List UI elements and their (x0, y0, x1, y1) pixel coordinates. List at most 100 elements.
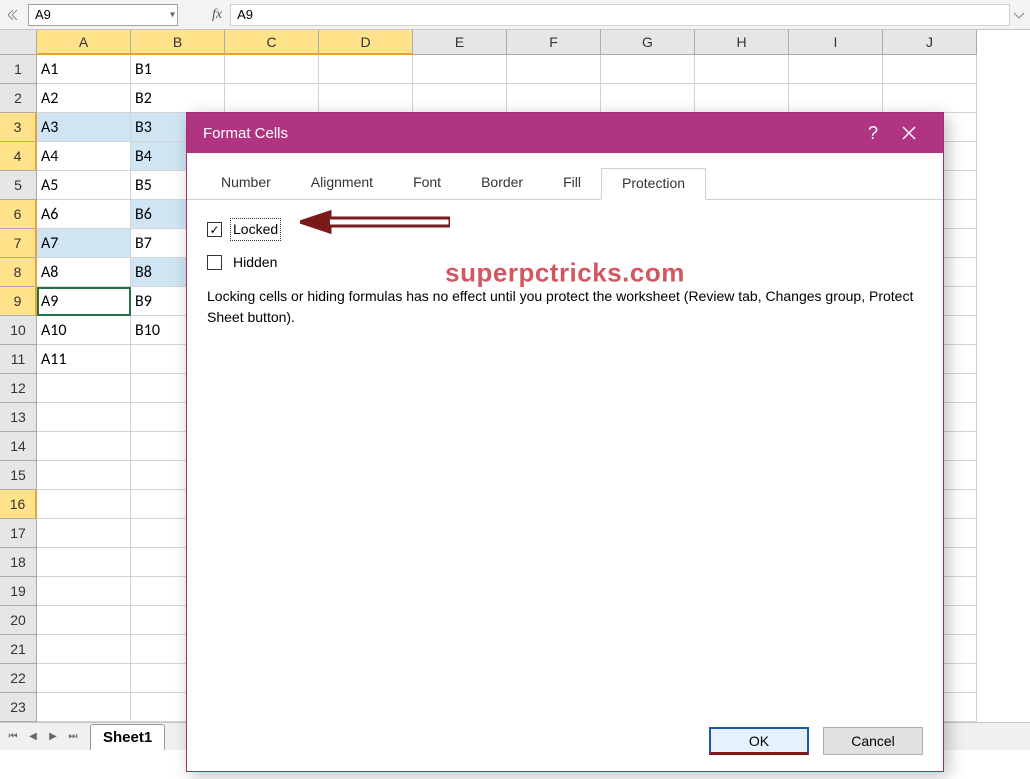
cell-I2[interactable] (789, 84, 883, 113)
select-all-corner[interactable] (0, 30, 37, 55)
cell-E1[interactable] (413, 55, 507, 84)
cell-J2[interactable] (883, 84, 977, 113)
hidden-label[interactable]: Hidden (230, 251, 280, 274)
cell-A17[interactable] (37, 519, 131, 548)
column-header-E[interactable]: E (413, 30, 507, 55)
row-header-22[interactable]: 22 (0, 664, 37, 693)
formula-bar-prev-icon[interactable] (3, 4, 23, 26)
cell-A5[interactable]: A5 (37, 171, 131, 200)
row-header-16[interactable]: 16 (0, 490, 37, 519)
cell-A16[interactable] (37, 490, 131, 519)
row-header-12[interactable]: 12 (0, 374, 37, 403)
sheet-nav-next-icon[interactable]: ▶ (44, 728, 62, 746)
row-header-7[interactable]: 7 (0, 229, 37, 258)
row-header-17[interactable]: 17 (0, 519, 37, 548)
cell-A22[interactable] (37, 664, 131, 693)
tab-border[interactable]: Border (461, 168, 543, 200)
row-header-23[interactable]: 23 (0, 693, 37, 722)
cell-E2[interactable] (413, 84, 507, 113)
tab-number[interactable]: Number (201, 168, 291, 200)
row-header-1[interactable]: 1 (0, 55, 37, 84)
cell-A12[interactable] (37, 374, 131, 403)
column-header-B[interactable]: B (131, 30, 225, 55)
tab-alignment[interactable]: Alignment (291, 168, 393, 200)
tab-font[interactable]: Font (393, 168, 461, 200)
cell-A7[interactable]: A7 (37, 229, 131, 258)
cell-A8[interactable]: A8 (37, 258, 131, 287)
cell-A14[interactable] (37, 432, 131, 461)
cell-G1[interactable] (601, 55, 695, 84)
row-header-11[interactable]: 11 (0, 345, 37, 374)
cell-A20[interactable] (37, 606, 131, 635)
dialog-help-button[interactable]: ? (855, 123, 891, 144)
tab-fill[interactable]: Fill (543, 168, 601, 200)
cell-A1[interactable]: A1 (37, 55, 131, 84)
row-header-19[interactable]: 19 (0, 577, 37, 606)
column-header-G[interactable]: G (601, 30, 695, 55)
cell-H2[interactable] (695, 84, 789, 113)
row-header-20[interactable]: 20 (0, 606, 37, 635)
sheet-nav-last-icon[interactable]: ⏭ (64, 728, 82, 746)
cell-A11[interactable]: A11 (37, 345, 131, 374)
column-header-J[interactable]: J (883, 30, 977, 55)
sheet-nav-prev-icon[interactable]: ◀ (24, 728, 42, 746)
row-header-21[interactable]: 21 (0, 635, 37, 664)
ok-button[interactable]: OK (709, 727, 809, 755)
cell-I1[interactable] (789, 55, 883, 84)
column-header-C[interactable]: C (225, 30, 319, 55)
formula-bar-expand-icon[interactable] (1010, 4, 1028, 26)
name-box[interactable]: A9 ▾ (28, 4, 178, 26)
column-header-D[interactable]: D (319, 30, 413, 55)
cell-D2[interactable] (319, 84, 413, 113)
hidden-checkbox[interactable] (207, 255, 222, 270)
column-header-A[interactable]: A (37, 30, 131, 55)
locked-label[interactable]: Locked (230, 218, 281, 241)
cell-A19[interactable] (37, 577, 131, 606)
row-header-3[interactable]: 3 (0, 113, 37, 142)
name-box-dropdown-icon[interactable]: ▾ (170, 9, 175, 20)
locked-checkbox[interactable] (207, 222, 222, 237)
row-header-18[interactable]: 18 (0, 548, 37, 577)
cell-J1[interactable] (883, 55, 977, 84)
row-header-14[interactable]: 14 (0, 432, 37, 461)
row-header-10[interactable]: 10 (0, 316, 37, 345)
row-header-13[interactable]: 13 (0, 403, 37, 432)
cell-A9[interactable]: A9 (37, 287, 131, 316)
cell-D1[interactable] (319, 55, 413, 84)
cell-C1[interactable] (225, 55, 319, 84)
cell-H1[interactable] (695, 55, 789, 84)
dialog-close-button[interactable] (891, 126, 927, 140)
cell-B1[interactable]: B1 (131, 55, 225, 84)
dialog-title-bar[interactable]: Format Cells ? (187, 113, 943, 153)
sheet-tab-sheet1[interactable]: Sheet1 (90, 724, 165, 750)
row-header-9[interactable]: 9 (0, 287, 37, 316)
cancel-button[interactable]: Cancel (823, 727, 923, 755)
row-header-4[interactable]: 4 (0, 142, 37, 171)
column-header-F[interactable]: F (507, 30, 601, 55)
row-header-8[interactable]: 8 (0, 258, 37, 287)
cell-A15[interactable] (37, 461, 131, 490)
fx-icon[interactable]: fx (212, 7, 222, 23)
cell-A6[interactable]: A6 (37, 200, 131, 229)
cell-A21[interactable] (37, 635, 131, 664)
column-header-I[interactable]: I (789, 30, 883, 55)
cell-A4[interactable]: A4 (37, 142, 131, 171)
row-header-15[interactable]: 15 (0, 461, 37, 490)
row-header-2[interactable]: 2 (0, 84, 37, 113)
cell-A3[interactable]: A3 (37, 113, 131, 142)
cell-A18[interactable] (37, 548, 131, 577)
formula-input[interactable]: A9 (230, 4, 1010, 26)
column-header-H[interactable]: H (695, 30, 789, 55)
cell-C2[interactable] (225, 84, 319, 113)
cell-F1[interactable] (507, 55, 601, 84)
cell-A13[interactable] (37, 403, 131, 432)
cell-A2[interactable]: A2 (37, 84, 131, 113)
cell-F2[interactable] (507, 84, 601, 113)
tab-protection[interactable]: Protection (601, 168, 706, 200)
cell-G2[interactable] (601, 84, 695, 113)
row-header-6[interactable]: 6 (0, 200, 37, 229)
row-header-5[interactable]: 5 (0, 171, 37, 200)
sheet-nav-first-icon[interactable]: ⏮ (4, 728, 22, 746)
cell-A23[interactable] (37, 693, 131, 722)
cell-A10[interactable]: A10 (37, 316, 131, 345)
